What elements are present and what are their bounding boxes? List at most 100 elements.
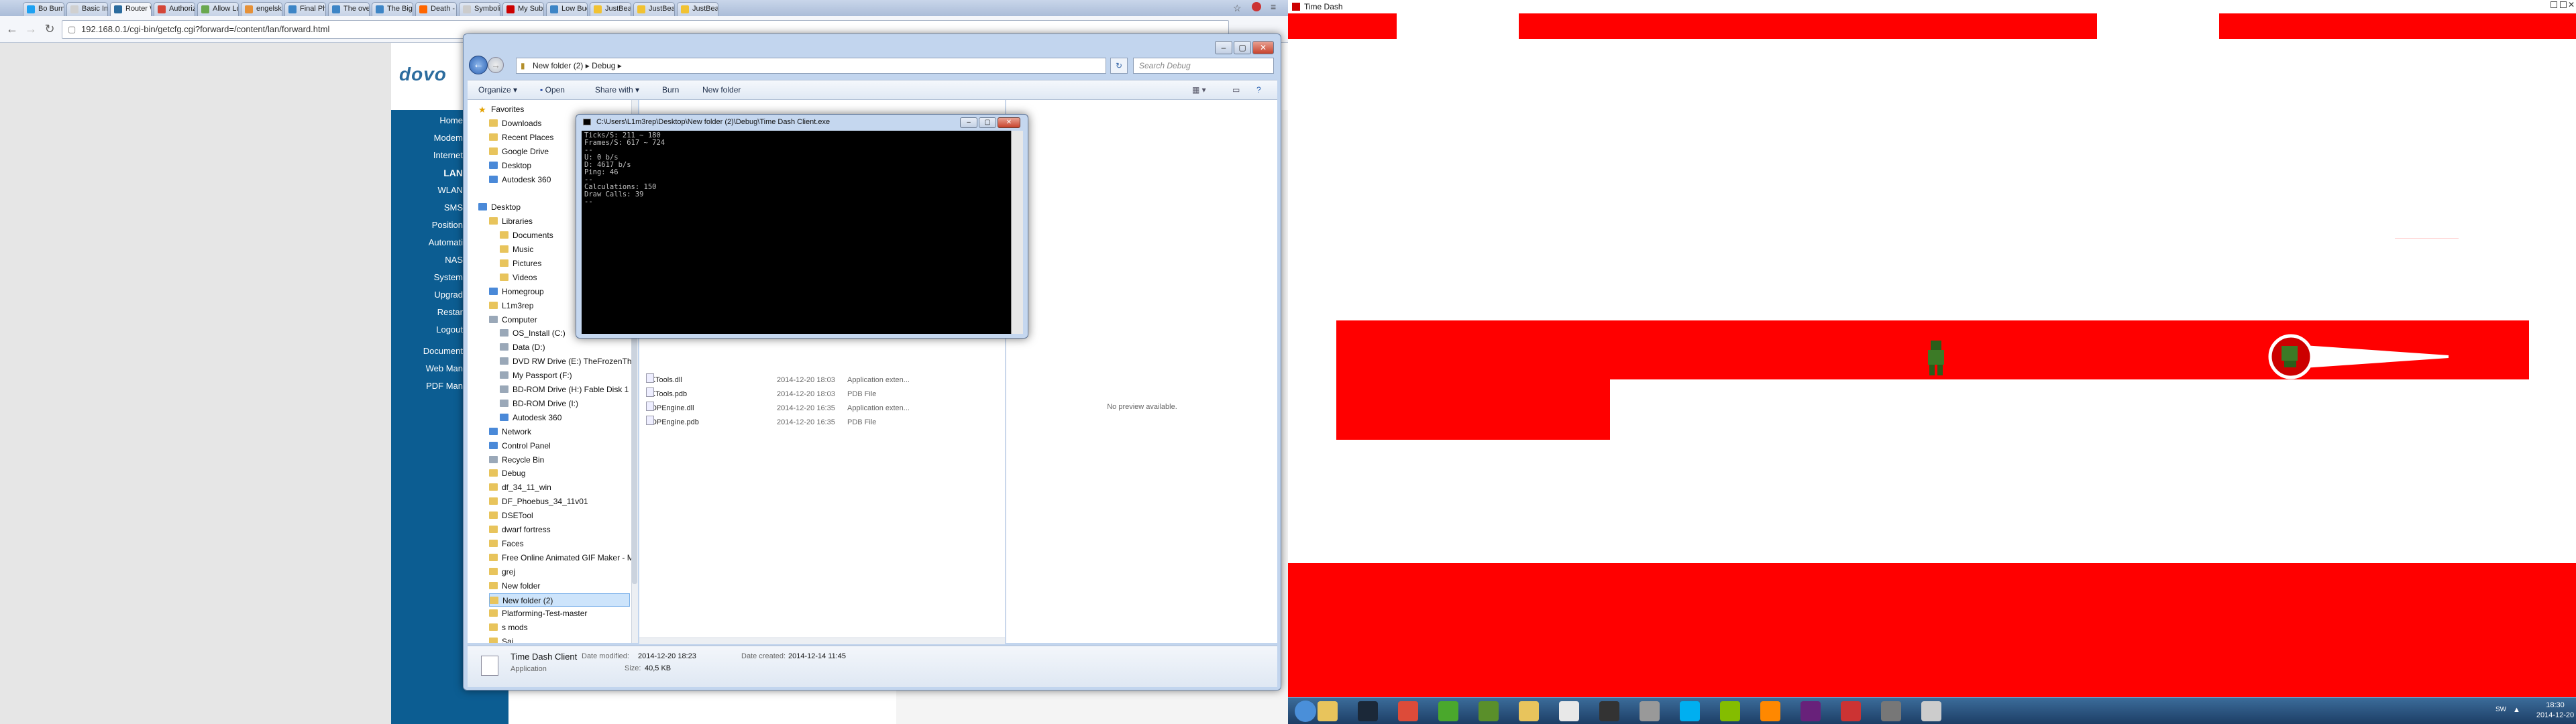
nav-item[interactable]: Music [500, 243, 533, 256]
nav-item[interactable]: Recent Places [489, 131, 553, 144]
nav-item[interactable]: Recycle Bin [489, 453, 544, 467]
game-minimize-button[interactable] [2551, 1, 2557, 8]
tab[interactable]: Symbolic [459, 2, 500, 16]
tab[interactable]: The over [328, 2, 370, 16]
file-list-hscrollbar[interactable] [639, 638, 1005, 644]
language-indicator[interactable]: SW [2496, 706, 2506, 713]
menu-icon[interactable]: ≡ [1271, 1, 1276, 12]
nav-item[interactable]: Homegroup [489, 285, 544, 298]
nav-item[interactable]: Network [489, 425, 531, 438]
tab[interactable]: Basic Inst [66, 2, 108, 16]
nav-item[interactable]: Videos [500, 271, 537, 284]
nav-item[interactable]: Desktop [478, 200, 521, 214]
app-icon[interactable] [1559, 701, 1579, 721]
nav-item[interactable]: Autodesk 360 [489, 173, 551, 186]
steam-icon[interactable] [1358, 701, 1378, 721]
nav-item[interactable]: New folder (2) [489, 593, 630, 607]
console-maximize-button[interactable]: ▢ [979, 117, 996, 128]
back-button[interactable]: ← [4, 21, 20, 38]
nav-item[interactable]: Google Drive [489, 145, 549, 158]
file-row[interactable]: UDPEngine.dll 2014-12-20 16:35 Application… [639, 402, 1005, 415]
minimize-button[interactable]: – [1215, 41, 1232, 54]
nav-item[interactable]: DF_Phoebus_34_11v01 [489, 495, 588, 508]
spotify-icon[interactable] [1720, 701, 1740, 721]
burn-button[interactable]: Burn [662, 85, 679, 95]
console-close-button[interactable]: ✕ [998, 117, 1020, 128]
tab[interactable]: Router W [110, 2, 152, 16]
nav-item[interactable]: L1m3rep [489, 299, 533, 312]
view-icon[interactable]: ▦ ▾ [1192, 85, 1206, 95]
breadcrumb-item[interactable]: New folder (2) [533, 61, 583, 70]
nav-item[interactable]: df_34_11_win [489, 481, 551, 494]
utorrent-icon[interactable] [1438, 701, 1458, 721]
nav-item[interactable]: DSETool [489, 509, 533, 522]
nav-item[interactable]: My Passport (F:) [500, 369, 572, 382]
nav-item[interactable]: Computer [489, 313, 537, 326]
nav-item[interactable]: s mods [489, 621, 528, 634]
explorer-icon[interactable] [1318, 701, 1338, 721]
nav-item[interactable]: dwarf fortress [489, 523, 551, 536]
app-icon-5[interactable] [1881, 701, 1901, 721]
nav-item[interactable]: Libraries [489, 215, 533, 228]
nav-item[interactable]: Autodesk 360 [500, 411, 561, 424]
vs-icon[interactable] [1801, 701, 1821, 721]
app-icon-2[interactable] [1599, 701, 1619, 721]
nav-item[interactable]: New folder [489, 579, 540, 593]
nav-item[interactable]: Debug [489, 467, 525, 480]
share-with-button[interactable]: Share with ▾ [595, 85, 639, 95]
tab[interactable]: Final Phil [284, 2, 326, 16]
nav-item[interactable]: Desktop [489, 159, 531, 172]
tab[interactable]: Bo Burnh [23, 2, 64, 16]
tray-arrow-icon[interactable]: ▲ [2513, 706, 2520, 714]
app-icon-3[interactable] [1640, 701, 1660, 721]
search-input[interactable]: Search Debug [1133, 58, 1274, 74]
nav-item[interactable]: DVD RW Drive (E:) TheFrozenThron [500, 355, 635, 368]
file-row[interactable]: UDPEngine.pdb 2014-12-20 16:35 PDB File [639, 416, 1005, 429]
refresh-icon[interactable]: ↻ [1110, 58, 1128, 74]
open-button[interactable]: ▪ Open [540, 85, 565, 95]
media-icon[interactable] [1479, 701, 1499, 721]
nav-item[interactable]: ★ Favorites [478, 103, 524, 116]
nav-item[interactable]: Downloads [489, 117, 541, 130]
tab[interactable]: JustBeam [677, 2, 718, 16]
console-scrollbar[interactable] [1011, 131, 1023, 334]
tab[interactable]: JustBeam [633, 2, 675, 16]
nav-item[interactable]: BD-ROM Drive (H:) Fable Disk 1 [500, 383, 629, 396]
maximize-button[interactable]: ▢ [1234, 41, 1251, 54]
help-icon[interactable]: ? [1256, 85, 1261, 95]
back-arrow-icon[interactable]: ← [469, 56, 488, 74]
console-minimize-button[interactable]: – [960, 117, 977, 128]
nav-item[interactable]: Control Panel [489, 439, 551, 452]
breadcrumb-item[interactable]: Debug [592, 61, 615, 70]
tab[interactable]: Low Buck [546, 2, 588, 16]
game-maximize-button[interactable] [2560, 1, 2567, 8]
start-orb-icon[interactable] [1295, 701, 1316, 722]
file-row[interactable]: TKTools.pdb 2014-12-20 18:03 PDB File [639, 387, 1005, 401]
tab[interactable]: Allow Loc [197, 2, 239, 16]
forward-button[interactable]: → [23, 21, 39, 38]
tab[interactable]: Authorizi [154, 2, 195, 16]
tab[interactable]: JustBeam [590, 2, 631, 16]
app-icon-6[interactable] [1921, 701, 1941, 721]
file-row[interactable]: TKTools.dll 2014-12-20 18:03 Application e… [639, 373, 1005, 387]
nav-item[interactable]: grej [489, 565, 515, 579]
new-folder-button[interactable]: New folder [702, 85, 741, 95]
nav-item[interactable]: Data (D:) [500, 341, 545, 354]
bookmark-star-icon[interactable]: ☆ [1233, 3, 1242, 14]
nav-item[interactable]: Faces [489, 537, 524, 550]
nav-item[interactable]: Sai [489, 635, 513, 643]
chrome-icon[interactable] [1398, 701, 1418, 721]
nav-item[interactable]: OS_Install (C:) [500, 326, 566, 340]
nav-item[interactable]: Pictures [500, 257, 541, 270]
tab[interactable]: My Subsc [502, 2, 544, 16]
nav-item[interactable]: Free Online Animated GIF Maker - M [489, 551, 634, 564]
nav-item[interactable]: Platforming-Test-master [489, 607, 587, 620]
preview-pane-icon[interactable]: ▭ [1232, 85, 1240, 95]
folder-icon[interactable] [1519, 701, 1539, 721]
close-button[interactable]: ✕ [1252, 41, 1274, 54]
tab[interactable]: Death - L [415, 2, 457, 16]
clock[interactable]: 18:30 2014-12-20 [2536, 701, 2575, 721]
app-icon-4[interactable] [1841, 701, 1861, 721]
forward-arrow-icon[interactable]: → [488, 57, 504, 73]
game-window[interactable]: Time Dash ✕ [1288, 0, 2576, 697]
